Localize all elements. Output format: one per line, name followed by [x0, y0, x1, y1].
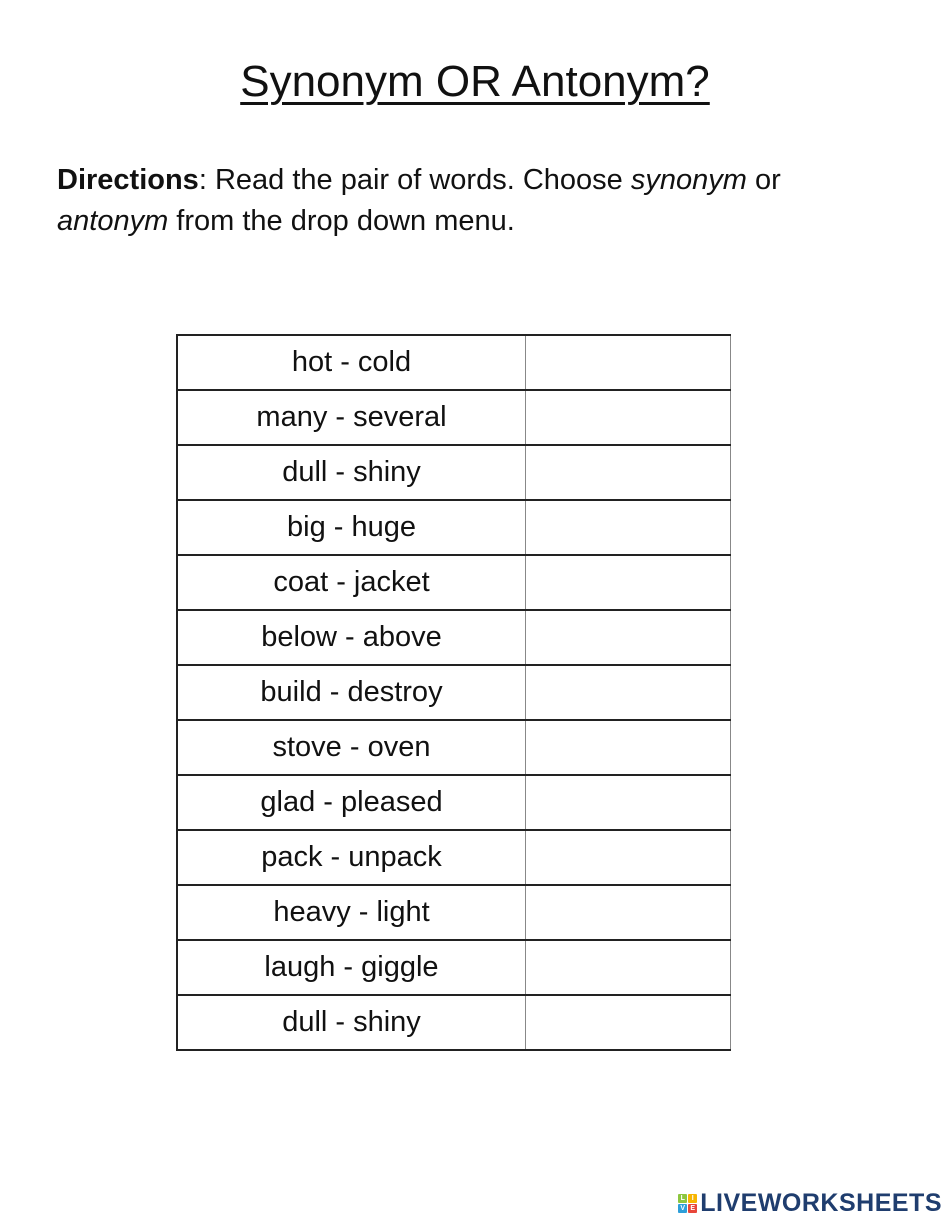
page-title-text: Synonym OR Antonym?	[240, 57, 710, 106]
answer-dropdown[interactable]	[525, 719, 731, 776]
answer-dropdown[interactable]	[525, 609, 731, 666]
table-row: many - several	[176, 389, 731, 446]
table-row: glad - pleased	[176, 774, 731, 831]
directions-text-2: or	[746, 164, 781, 196]
word-pair: dull - shiny	[176, 994, 526, 1051]
logo-letter-i: I	[688, 1193, 698, 1203]
table-row: big - huge	[176, 499, 731, 556]
word-pair: dull - shiny	[176, 444, 526, 501]
word-pair: big - huge	[176, 499, 526, 556]
answer-dropdown[interactable]	[525, 939, 731, 996]
table-row: dull - shiny	[176, 444, 731, 501]
word-pairs-table: hot - cold many - several dull - shiny big …	[176, 334, 731, 1051]
word-pair: build - destroy	[176, 664, 526, 721]
word-pair: stove - oven	[176, 719, 526, 776]
page-title: Synonym OR Antonym?	[0, 52, 950, 112]
answer-dropdown[interactable]	[525, 334, 731, 391]
answer-dropdown[interactable]	[525, 444, 731, 501]
word-pair: glad - pleased	[176, 774, 526, 831]
directions-text-3: from the drop down menu.	[168, 205, 515, 237]
answer-dropdown[interactable]	[525, 664, 731, 721]
directions-label: Directions	[57, 164, 199, 196]
answer-dropdown[interactable]	[525, 994, 731, 1051]
table-row: below - above	[176, 609, 731, 666]
answer-dropdown[interactable]	[525, 774, 731, 831]
table-row: dull - shiny	[176, 994, 731, 1051]
table-row: heavy - light	[176, 884, 731, 941]
table-row: coat - jacket	[176, 554, 731, 611]
logo-letter-l: L	[678, 1193, 688, 1203]
word-pair: pack - unpack	[176, 829, 526, 886]
word-pair: coat - jacket	[176, 554, 526, 611]
table-row: stove - oven	[176, 719, 731, 776]
logo-text: LIVEWORKSHEETS	[700, 1189, 942, 1217]
table-row: build - destroy	[176, 664, 731, 721]
answer-dropdown[interactable]	[525, 829, 731, 886]
live-icon: L I V E	[678, 1193, 698, 1213]
directions-text-1: : Read the pair of words. Choose	[198, 164, 631, 196]
word-pair: heavy - light	[176, 884, 526, 941]
word-pair: hot - cold	[176, 334, 526, 391]
answer-dropdown[interactable]	[525, 884, 731, 941]
answer-dropdown[interactable]	[525, 389, 731, 446]
table-row: pack - unpack	[176, 829, 731, 886]
directions-option-synonym: synonym	[630, 164, 747, 196]
logo-letter-e: E	[688, 1203, 698, 1213]
word-pair: many - several	[176, 389, 526, 446]
table-row: laugh - giggle	[176, 939, 731, 996]
directions-option-antonym: antonym	[57, 205, 169, 237]
table-row: hot - cold	[176, 334, 731, 391]
answer-dropdown[interactable]	[525, 554, 731, 611]
logo-letter-v: V	[678, 1203, 688, 1213]
word-pair: below - above	[176, 609, 526, 666]
liveworksheets-logo: L I V E LIVEWORKSHEETS	[678, 1190, 942, 1216]
answer-dropdown[interactable]	[525, 499, 731, 556]
word-pair: laugh - giggle	[176, 939, 526, 996]
directions: Directions: Read the pair of words. Choo…	[57, 160, 897, 242]
